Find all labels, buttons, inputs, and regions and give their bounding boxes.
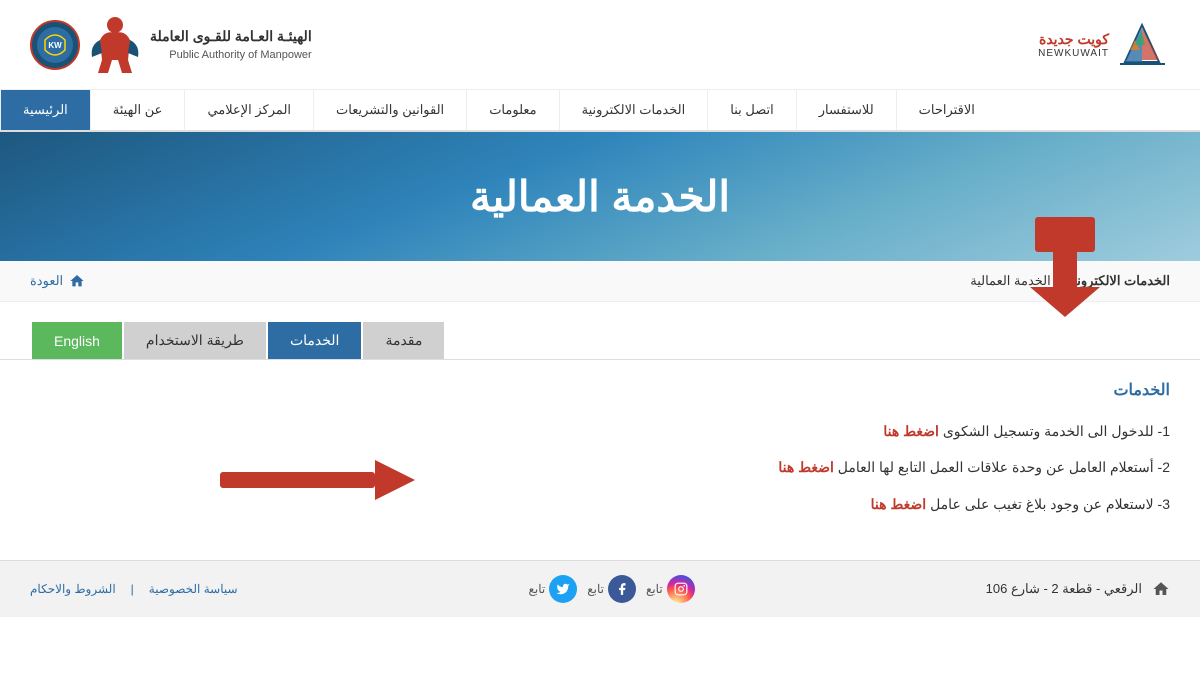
instagram-follow-label: تابع [646, 582, 663, 596]
footer-social: تابع تابع تابع [528, 575, 694, 603]
instagram-icon [667, 575, 695, 603]
pam-english-name: Public Authority of Manpower [150, 47, 312, 64]
main-nav: الرئيسية عن الهيئة المركز الإعلامي القوا… [0, 90, 1200, 132]
service-1-text: للدخول الى الخدمة وتسجيل الشكوى [939, 423, 1154, 439]
tab-intro[interactable]: مقدمة [363, 322, 444, 359]
breadcrumb-eservices[interactable]: الخدمات الالكترونية [1066, 273, 1170, 289]
back-label: العودة [30, 273, 63, 289]
sailboat-icon [1115, 20, 1170, 70]
footer-address: الرقعي - قطعة 2 - شارع 106 [986, 581, 1142, 597]
service-3-link[interactable]: اضغط هنا [871, 496, 927, 512]
header: كويت جديدة NEWKUWAIT الهيئـة العـامة للق… [0, 0, 1200, 90]
footer-left: الرقعي - قطعة 2 - شارع 106 [986, 580, 1170, 598]
nk-arabic-label: كويت جديدة [1038, 31, 1109, 48]
twitter-social[interactable]: تابع [528, 575, 577, 603]
service-2-link[interactable]: اضغط هنا [778, 459, 834, 475]
twitter-follow-label: تابع [528, 582, 545, 596]
nav-suggestions[interactable]: الاقتراحات [896, 90, 997, 130]
service-2-text: أستعلام العامل عن وحدة علاقات العمل التا… [834, 459, 1154, 475]
breadcrumb-current: الخدمة العمالية [970, 273, 1051, 289]
newkuwait-logo[interactable]: كويت جديدة NEWKUWAIT [1038, 20, 1170, 70]
service-list: 1- للدخول الى الخدمة وتسجيل الشكوى اضغط … [30, 420, 1170, 515]
service-1-link[interactable]: اضغط هنا [883, 423, 939, 439]
service-item-2: 2- أستعلام العامل عن وحدة علاقات العمل ا… [30, 456, 1170, 478]
tab-services[interactable]: الخدمات [268, 322, 362, 359]
footer-home-icon [1152, 580, 1170, 598]
breadcrumb-separator: \ [1057, 274, 1061, 289]
service-3-text: لاستعلام عن وجود بلاغ تغيب على عامل [926, 496, 1153, 512]
tab-english[interactable]: English [32, 322, 122, 359]
footer: الرقعي - قطعة 2 - شارع 106 تابع تابع تاب… [0, 560, 1200, 617]
content-area: الخدمات 1- للدخول الى الخدمة وتسجيل الشك… [0, 360, 1200, 560]
svg-text:KW: KW [48, 41, 62, 50]
facebook-follow-label: تابع [587, 582, 604, 596]
facebook-social[interactable]: تابع [587, 575, 636, 603]
footer-terms-link[interactable]: الشروط والاحكام [30, 582, 116, 596]
service-1-number: 1- [1158, 423, 1170, 439]
hero-title: الخدمة العمالية [30, 172, 1170, 221]
footer-privacy-link[interactable]: سياسة الخصوصية [149, 582, 238, 596]
home-icon [69, 273, 85, 289]
nav-media[interactable]: المركز الإعلامي [184, 90, 313, 130]
instagram-social[interactable]: تابع [646, 575, 695, 603]
nk-english-label: NEWKUWAIT [1038, 48, 1109, 59]
tabs-wrapper: مقدمة الخدمات طريقة الاستخدام English [0, 302, 1200, 360]
kuwait-emblem-icon: KW [30, 20, 80, 70]
tabs-section: مقدمة الخدمات طريقة الاستخدام English [0, 302, 1200, 360]
nav-eservices[interactable]: الخدمات الالكترونية [559, 90, 708, 130]
service-3-number: 3- [1158, 496, 1170, 512]
service-item-3: 3- لاستعلام عن وجود بلاغ تغيب على عامل ا… [30, 493, 1170, 515]
service-2-number: 2- [1158, 459, 1170, 475]
footer-links: سياسة الخصوصية | الشروط والاحكام [30, 582, 238, 596]
nav-inquiry[interactable]: للاستفسار [796, 90, 896, 130]
breadcrumb-back[interactable]: العودة [30, 273, 85, 289]
nav-laws[interactable]: القوانين والتشريعات [313, 90, 466, 130]
facebook-icon [608, 575, 636, 603]
nav-contact[interactable]: اتصل بنا [707, 90, 795, 130]
service-item-1: 1- للدخول الى الخدمة وتسجيل الشكوى اضغط … [30, 420, 1170, 442]
nav-about[interactable]: عن الهيئة [90, 90, 185, 130]
nav-home[interactable]: الرئيسية [0, 90, 90, 130]
pam-figure-icon [90, 15, 140, 75]
footer-separator: | [131, 582, 134, 596]
twitter-icon [549, 575, 577, 603]
breadcrumb-bar: الخدمات الالكترونية \ الخدمة العمالية ال… [0, 261, 1200, 302]
pam-arabic-name: الهيئـة العـامة للقـوى العاملة [150, 26, 312, 47]
hero-banner: الخدمة العمالية [0, 132, 1200, 261]
breadcrumb: الخدمات الالكترونية \ الخدمة العمالية [970, 273, 1170, 289]
tab-howto[interactable]: طريقة الاستخدام [124, 322, 266, 359]
pam-logo-block: الهيئـة العـامة للقـوى العاملة Public Au… [30, 15, 312, 75]
services-section-title: الخدمات [30, 380, 1170, 400]
nav-info[interactable]: معلومات [466, 90, 558, 130]
